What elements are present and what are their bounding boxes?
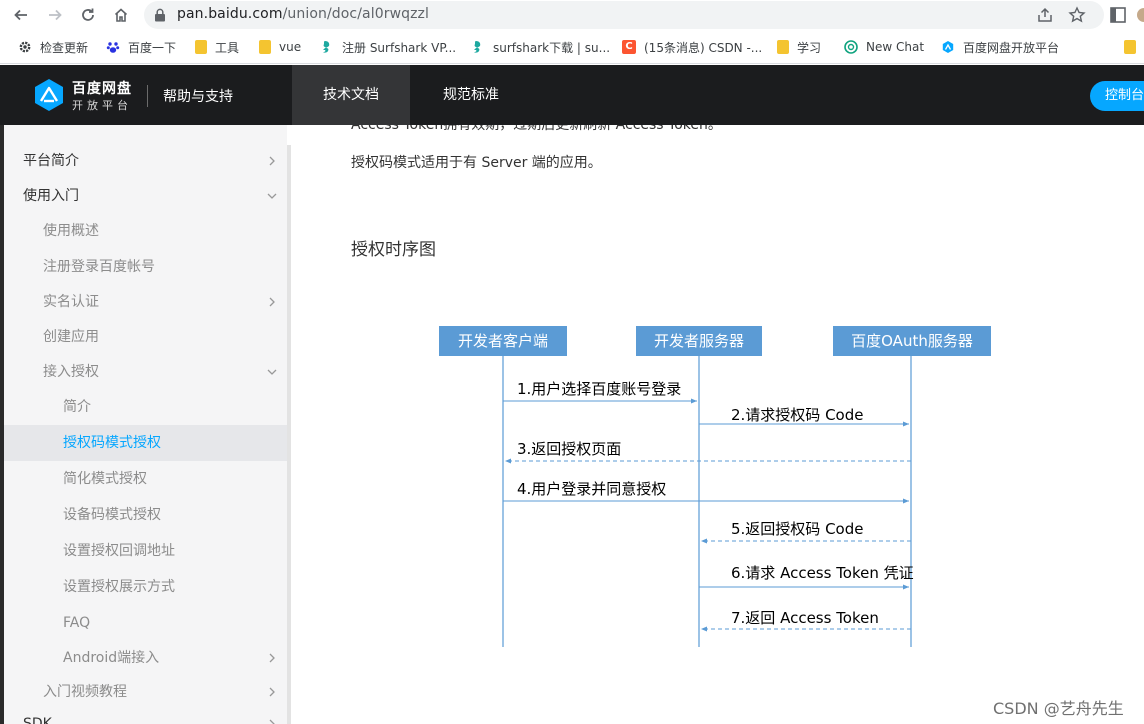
sidebar-item-sdk[interactable]: SDK xyxy=(4,707,287,724)
sidebar-item-android[interactable]: Android端接入 xyxy=(4,641,287,675)
chevron-down-icon xyxy=(267,193,277,199)
forward-button[interactable] xyxy=(44,4,66,26)
sidebar-item-create-app[interactable]: 创建应用 xyxy=(4,320,287,354)
arrow-left-icon xyxy=(14,9,27,21)
console-button[interactable]: 控制台 xyxy=(1090,81,1144,111)
bookmark-folder[interactable]: 工具 xyxy=(195,38,239,56)
sidebar-item-faq[interactable]: FAQ xyxy=(4,606,287,640)
folder-icon xyxy=(777,40,789,54)
sidebar-item-callback[interactable]: 设置授权回调地址 xyxy=(4,534,287,568)
bookmark-folder[interactable]: vue xyxy=(259,38,301,56)
watermark: CSDN @艺舟先生 xyxy=(993,699,1124,718)
chevron-right-icon xyxy=(269,297,275,307)
baidu-pan-logo-icon[interactable] xyxy=(32,78,66,112)
baidu-paw-icon xyxy=(106,42,120,53)
side-panel-icon[interactable] xyxy=(1108,5,1128,25)
bookmark-item[interactable]: New Chat xyxy=(844,38,924,56)
browser-toolbar: pan.baidu.com/union/doc/al0rwqzzl xyxy=(0,0,1144,30)
sidebar-item-auth[interactable]: 接入授权 xyxy=(4,355,287,389)
tab-standards[interactable]: 规范标准 xyxy=(412,65,530,125)
sidebar-item-platform-intro[interactable]: 平台简介 xyxy=(4,144,287,178)
lock-icon xyxy=(155,8,165,22)
chevron-down-icon xyxy=(267,369,277,375)
sidebar-item-implicit[interactable]: 简化模式授权 xyxy=(4,462,287,496)
msg-label-5: 5.返回授权码 Code xyxy=(731,520,864,538)
star-icon[interactable] xyxy=(1068,6,1086,24)
folder-icon xyxy=(259,40,271,54)
home-button[interactable] xyxy=(110,4,132,26)
profile-avatar[interactable] xyxy=(1137,7,1144,23)
doc-content: Access Token拥有效期，过期后更新刷新 Access Token。 授… xyxy=(291,125,1144,724)
chevron-right-icon xyxy=(269,687,275,697)
msg-label-1: 1.用户选择百度账号登录 xyxy=(517,380,682,398)
diagram-lines xyxy=(502,356,912,647)
chatgpt-icon xyxy=(844,40,858,54)
bookmark-item[interactable]: 百度网盘开放平台 xyxy=(941,38,1059,56)
back-button[interactable] xyxy=(10,4,32,26)
help-link[interactable]: 帮助与支持 xyxy=(163,86,233,106)
bookmark-item[interactable]: surfshark下载 | su... xyxy=(471,38,610,56)
share-icon[interactable] xyxy=(1036,6,1054,24)
chevron-right-icon xyxy=(269,653,275,663)
tab-tech-docs[interactable]: 技术文档 xyxy=(292,65,410,125)
doc-sidebar: 平台简介 使用入门 使用概述 注册登录百度帐号 实名认证 创建应用 接入授权 简… xyxy=(4,125,287,724)
logo-title: 百度网盘 xyxy=(72,81,132,97)
url-text: pan.baidu.com/union/doc/al0rwqzzl xyxy=(177,6,429,22)
sidebar-item-video[interactable]: 入门视频教程 xyxy=(4,675,287,709)
chevron-right-icon xyxy=(269,156,275,166)
bookmarks-bar: 检查更新 百度一下 工具 vue 注册 Surfshark VP... surf… xyxy=(0,30,1144,64)
msg-label-2: 2.请求授权码 Code xyxy=(731,406,864,424)
baidu-pan-icon xyxy=(942,41,954,53)
msg-label-7: 7.返回 Access Token xyxy=(731,609,879,627)
sidebar-item-device-code[interactable]: 设备码模式授权 xyxy=(4,498,287,532)
msg-label-3: 3.返回授权页面 xyxy=(517,440,622,458)
chevron-right-icon xyxy=(269,719,275,724)
arrow-right-icon xyxy=(49,9,62,21)
logo-subtitle: 开放平台 xyxy=(72,99,132,112)
bookmark-item[interactable]: 百度一下 xyxy=(106,38,176,56)
csdn-icon: C xyxy=(622,40,636,54)
msg-label-4: 4.用户登录并同意授权 xyxy=(517,480,667,498)
msg-label-6: 6.请求 Access Token 凭证 xyxy=(731,564,914,582)
address-bar[interactable]: pan.baidu.com/union/doc/al0rwqzzl xyxy=(144,1,1104,29)
site-header: 百度网盘 开放平台 帮助与支持 技术文档 规范标准 控制台 xyxy=(0,65,1144,125)
sidebar-item-getting-started[interactable]: 使用入门 xyxy=(4,179,287,213)
header-divider xyxy=(147,85,148,107)
reload-icon xyxy=(82,8,94,21)
sidebar-item-auth-code[interactable]: 授权码模式授权 xyxy=(4,425,287,461)
reload-button[interactable] xyxy=(77,4,99,26)
gear-icon xyxy=(19,41,31,53)
sidebar-item-intro[interactable]: 简介 xyxy=(4,390,287,424)
folder-icon[interactable] xyxy=(1124,40,1136,54)
sidebar-item-real-name[interactable]: 实名认证 xyxy=(4,285,287,319)
surfshark-icon xyxy=(323,41,330,53)
home-icon xyxy=(114,8,128,22)
bookmark-item[interactable]: 检查更新 xyxy=(18,38,88,56)
surfshark-icon xyxy=(474,41,481,53)
bookmark-folder[interactable]: 学习 xyxy=(777,38,821,56)
bookmark-item[interactable]: 注册 Surfshark VP... xyxy=(320,38,456,56)
sidebar-item-display-mode[interactable]: 设置授权展示方式 xyxy=(4,570,287,604)
folder-icon xyxy=(195,40,207,54)
sidebar-item-register-login[interactable]: 注册登录百度帐号 xyxy=(4,250,287,284)
bookmark-item[interactable]: C (15条消息) CSDN -... xyxy=(622,38,762,56)
sidebar-item-overview[interactable]: 使用概述 xyxy=(4,214,287,248)
